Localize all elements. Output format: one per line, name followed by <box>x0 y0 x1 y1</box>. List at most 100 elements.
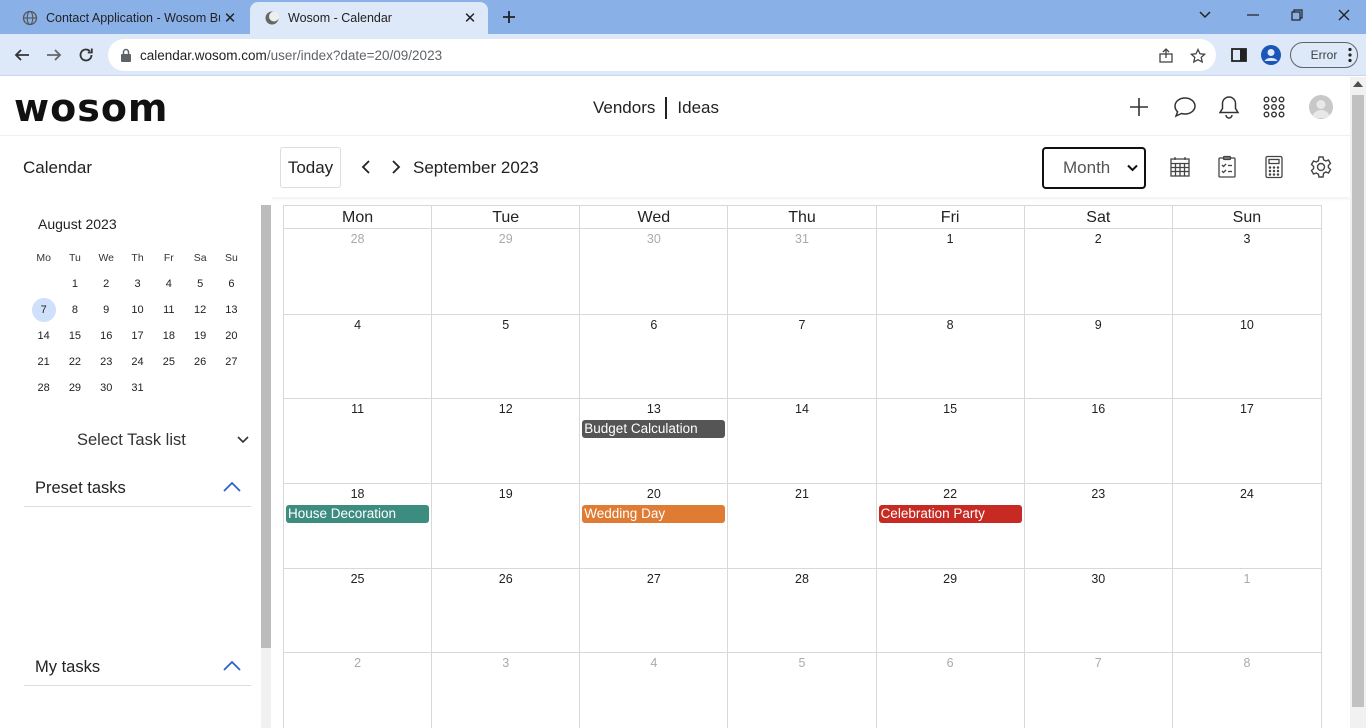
day-cell[interactable]: 7 <box>728 315 877 398</box>
day-cell[interactable]: 8 <box>877 315 1025 398</box>
mini-day-cell[interactable]: 28 <box>28 376 59 400</box>
mini-day-cell[interactable]: 5 <box>184 272 215 296</box>
sidebar-scrollbar-thumb[interactable] <box>261 205 271 648</box>
mini-day-cell[interactable]: 15 <box>59 324 90 348</box>
close-tab-icon[interactable]: ✕ <box>460 8 480 28</box>
day-cell[interactable]: 16 <box>1025 399 1173 483</box>
day-cell[interactable]: 20 Wedding Day <box>580 484 729 568</box>
day-cell-other-month[interactable]: 6 <box>877 653 1025 728</box>
previous-month-icon[interactable] <box>357 158 375 176</box>
mini-day-cell[interactable]: 11 <box>153 298 184 322</box>
preset-tasks-section[interactable]: Preset tasks <box>24 473 251 507</box>
mini-day-cell[interactable]: 12 <box>184 298 215 322</box>
day-cell[interactable]: 25 <box>284 569 433 652</box>
day-cell-other-month[interactable]: 8 <box>1173 653 1321 728</box>
day-cell[interactable]: 30 <box>1025 569 1173 652</box>
my-tasks-section[interactable]: My tasks <box>24 652 251 686</box>
mini-day-cell[interactable]: 1 <box>59 272 90 296</box>
mini-day-cell[interactable]: 23 <box>91 350 122 374</box>
day-cell[interactable]: 5 <box>432 315 581 398</box>
reload-icon[interactable] <box>73 42 99 68</box>
checklist-clipboard-icon[interactable] <box>1215 155 1239 179</box>
mini-day-cell[interactable]: 27 <box>216 350 247 374</box>
day-cell[interactable]: 21 <box>728 484 877 568</box>
day-cell[interactable]: 2 <box>1025 229 1173 314</box>
nav-vendors-link[interactable]: Vendors <box>593 98 655 118</box>
day-cell[interactable]: 24 <box>1173 484 1321 568</box>
tab-search-chevron-icon[interactable] <box>1192 4 1218 26</box>
calendar-event[interactable]: Wedding Day <box>582 505 726 523</box>
mini-day-cell[interactable]: 2 <box>91 272 122 296</box>
day-cell-other-month[interactable]: 1 <box>1173 569 1321 652</box>
scroll-up-arrow-icon[interactable] <box>1353 81 1363 87</box>
mini-day-cell[interactable]: 17 <box>122 324 153 348</box>
mini-day-cell[interactable]: 22 <box>59 350 90 374</box>
day-cell-other-month[interactable]: 30 <box>580 229 729 314</box>
mini-day-cell[interactable]: 14 <box>28 324 59 348</box>
user-avatar-icon[interactable] <box>1309 95 1333 119</box>
mini-day-cell[interactable]: 13 <box>216 298 247 322</box>
close-tab-icon[interactable]: ✕ <box>220 8 240 28</box>
day-cell[interactable]: 10 <box>1173 315 1321 398</box>
day-cell[interactable]: 17 <box>1173 399 1321 483</box>
chevron-up-icon[interactable] <box>223 481 241 492</box>
day-cell-other-month[interactable]: 2 <box>284 653 433 728</box>
day-cell-other-month[interactable]: 29 <box>432 229 581 314</box>
day-cell-other-month[interactable]: 5 <box>728 653 877 728</box>
back-arrow-icon[interactable] <box>9 42 35 68</box>
day-cell[interactable]: 11 <box>284 399 433 483</box>
day-cell[interactable]: 28 <box>728 569 877 652</box>
view-mode-select[interactable]: Month <box>1042 147 1146 189</box>
day-cell[interactable]: 18 House Decoration <box>284 484 433 568</box>
mini-day-cell[interactable]: 9 <box>91 298 122 322</box>
next-month-icon[interactable] <box>387 158 405 176</box>
mini-day-cell[interactable]: 18 <box>153 324 184 348</box>
profile-icon[interactable] <box>1258 42 1284 68</box>
calendar-event[interactable]: Budget Calculation <box>582 420 726 438</box>
day-cell-other-month[interactable]: 31 <box>728 229 877 314</box>
today-button[interactable]: Today <box>280 147 341 188</box>
mini-day-cell[interactable]: 30 <box>91 376 122 400</box>
day-cell[interactable]: 29 <box>877 569 1025 652</box>
wosom-logo[interactable]: wosom <box>14 86 169 130</box>
calendar-event[interactable]: Celebration Party <box>878 505 1022 523</box>
nav-ideas-link[interactable]: Ideas <box>677 98 719 118</box>
browser-tab-contact-application[interactable]: Contact Application - Wosom Bu ✕ <box>8 2 248 34</box>
close-window-icon[interactable] <box>1331 4 1357 26</box>
page-scrollbar-thumb[interactable] <box>1352 95 1364 707</box>
chevron-up-icon[interactable] <box>223 660 241 671</box>
new-tab-icon[interactable] <box>498 6 520 28</box>
mini-day-cell[interactable]: 10 <box>122 298 153 322</box>
minimize-icon[interactable] <box>1240 4 1266 26</box>
day-cell-other-month[interactable]: 7 <box>1025 653 1173 728</box>
mini-day-cell[interactable]: 24 <box>122 350 153 374</box>
side-panel-icon[interactable] <box>1226 42 1252 68</box>
mini-day-cell[interactable]: 4 <box>153 272 184 296</box>
chat-icon[interactable] <box>1173 95 1197 119</box>
mini-day-cell[interactable]: 7 <box>28 298 59 322</box>
restore-icon[interactable] <box>1284 4 1310 26</box>
settings-gear-icon[interactable] <box>1309 155 1333 179</box>
mini-day-cell[interactable]: 21 <box>28 350 59 374</box>
mini-day-cell[interactable]: 20 <box>216 324 247 348</box>
day-cell[interactable]: 12 <box>432 399 581 483</box>
bookmark-star-icon[interactable] <box>1188 46 1208 66</box>
day-cell[interactable]: 26 <box>432 569 581 652</box>
day-cell[interactable]: 23 <box>1025 484 1173 568</box>
task-list-select[interactable]: Select Task list <box>77 431 186 450</box>
mini-day-cell[interactable]: 29 <box>59 376 90 400</box>
page-scrollbar[interactable] <box>1350 77 1366 728</box>
day-cell-other-month[interactable]: 3 <box>432 653 581 728</box>
day-cell[interactable]: 22 Celebration Party <box>877 484 1025 568</box>
browser-menu-icon[interactable] <box>1342 42 1358 68</box>
day-cell[interactable]: 1 <box>877 229 1025 314</box>
mini-day-cell[interactable]: 6 <box>216 272 247 296</box>
day-cell[interactable]: 4 <box>284 315 433 398</box>
day-cell[interactable]: 3 <box>1173 229 1321 314</box>
address-bar[interactable]: calendar.wosom.com/user/index?date=20/09… <box>108 39 1216 71</box>
notification-bell-icon[interactable] <box>1217 95 1241 119</box>
mini-day-cell[interactable]: 31 <box>122 376 153 400</box>
share-icon[interactable] <box>1156 46 1176 66</box>
sidebar-scrollbar-track[interactable] <box>261 648 271 728</box>
browser-tab-wosom-calendar[interactable]: Wosom - Calendar ✕ <box>250 2 488 34</box>
